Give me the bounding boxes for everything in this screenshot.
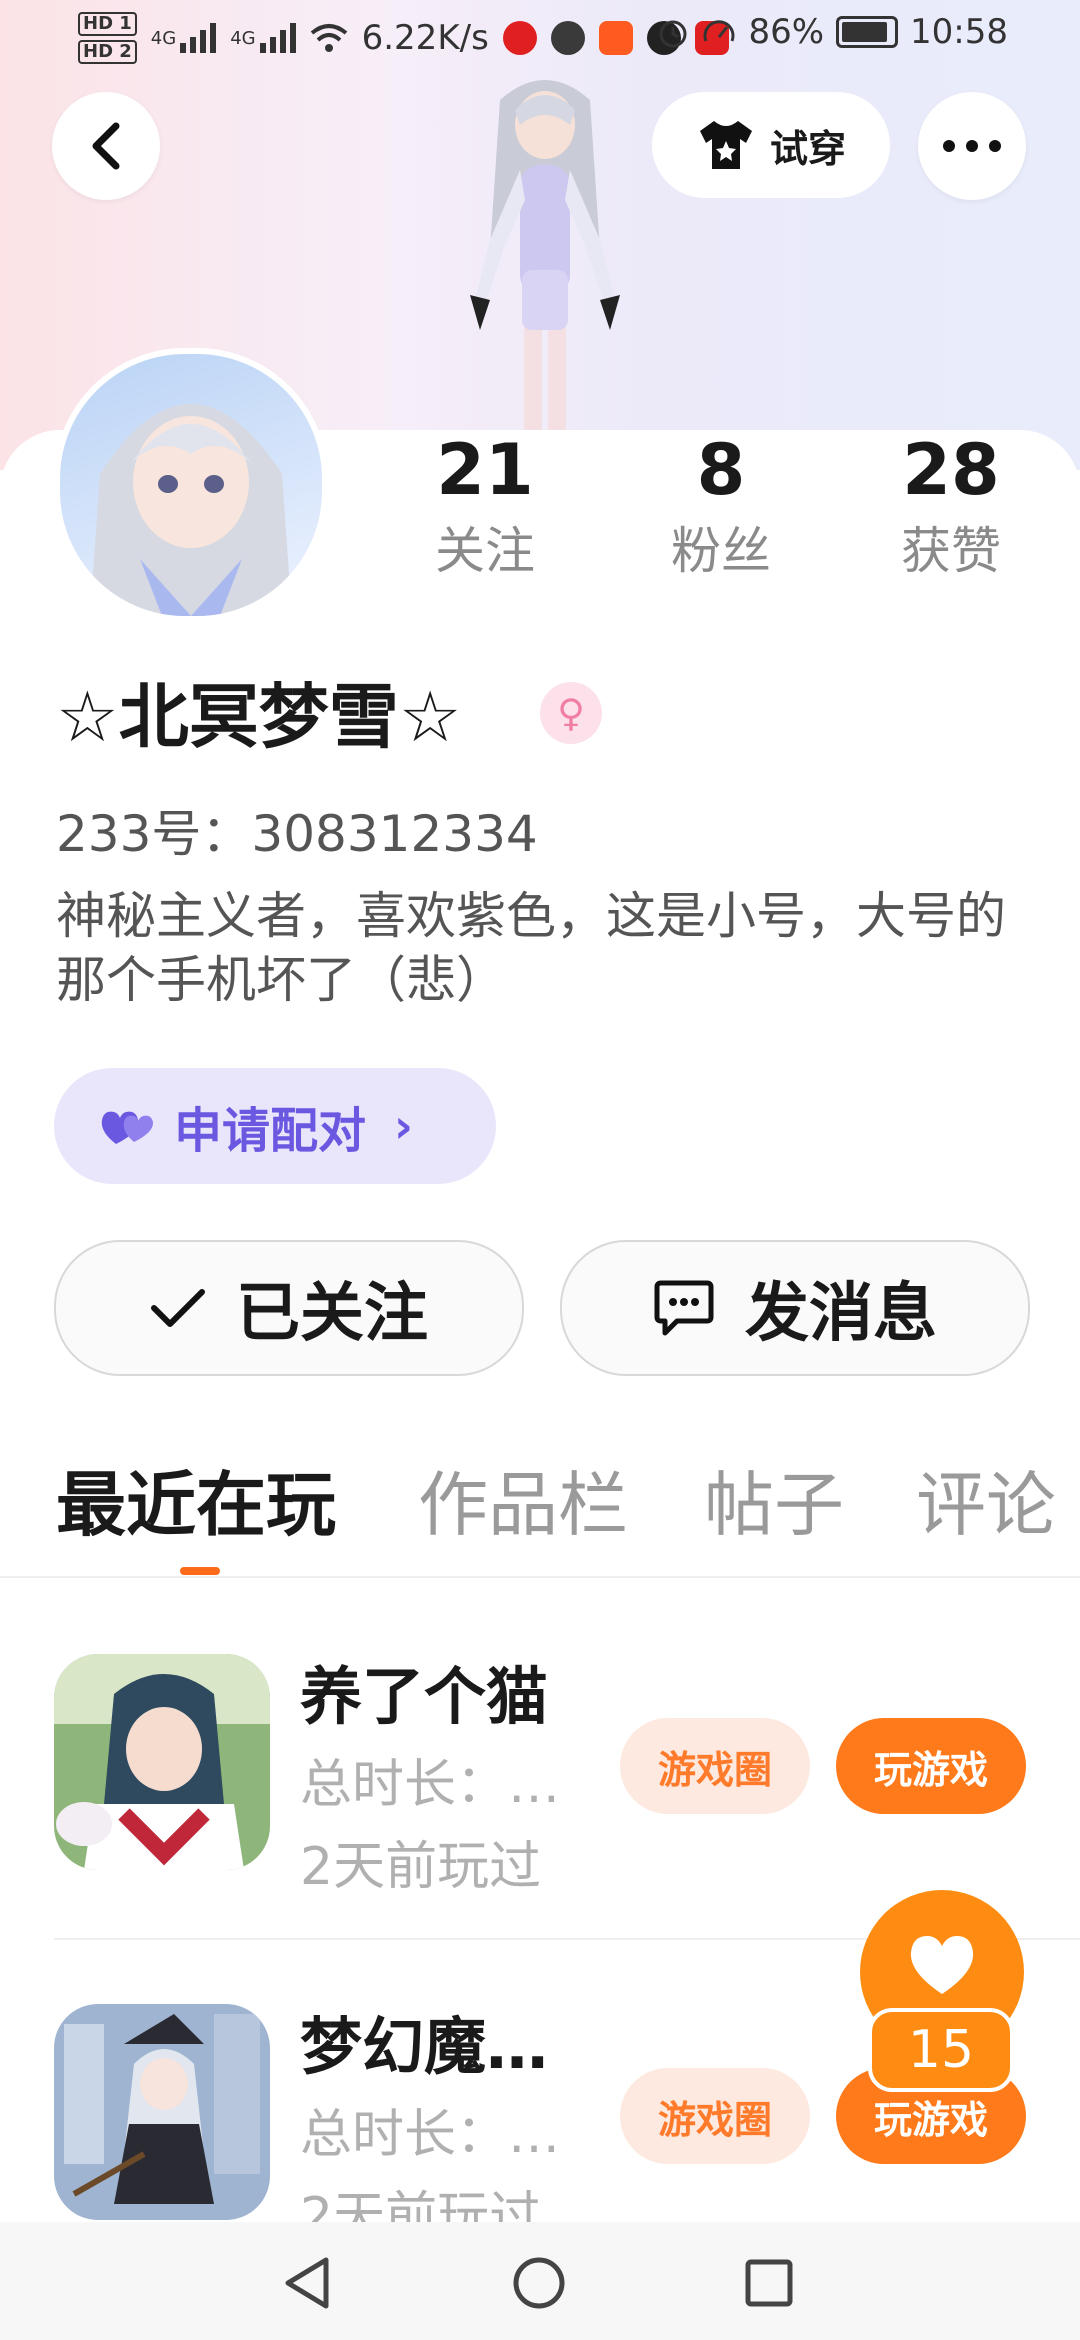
following-button[interactable]: 已关注	[54, 1240, 524, 1376]
play-game-button[interactable]: 玩游戏	[836, 1718, 1026, 1814]
user-id: 233号：308312334	[56, 805, 538, 863]
send-message-label: 发消息	[745, 1277, 937, 1351]
username: ☆北冥梦雪☆	[56, 676, 462, 758]
news-app-icon	[502, 21, 537, 55]
try-on-label: 试穿	[769, 126, 846, 171]
stat-label: 获赞	[901, 522, 1001, 580]
try-on-button[interactable]: 试穿	[652, 92, 890, 198]
tab-indicator	[180, 1567, 220, 1575]
list-item[interactable]: 养了个猫 总时长：… 2天前玩过 游戏圈 玩游戏	[0, 1642, 1080, 1902]
back-button[interactable]	[52, 92, 160, 200]
signal-icon	[180, 23, 217, 53]
hearts-icon	[101, 1111, 154, 1144]
game-last-played: 2天前玩过	[300, 1837, 542, 1897]
heart-icon	[910, 1936, 974, 1994]
tab-comments[interactable]: 评论	[916, 1460, 1056, 1550]
alarm-icon	[659, 20, 687, 48]
nav-recents-icon[interactable]	[744, 2258, 794, 2308]
sim2-badge: HD 2	[78, 40, 137, 64]
stat-value: 8	[696, 429, 746, 511]
system-nav-bar	[0, 2222, 1080, 2340]
bio: 神秘主义者，喜欢紫色，这是小号，大号的那个手机坏了（悲）	[56, 887, 1006, 1009]
game-cover-image[interactable]	[54, 1654, 270, 1870]
nav-back-icon[interactable]	[282, 2256, 332, 2310]
stat-likes[interactable]: 28 获赞	[856, 430, 1046, 586]
avatar-3d-figure	[470, 80, 620, 430]
sim1-badge: HD 1	[78, 12, 137, 36]
signal1-label: 4G	[150, 27, 177, 49]
tab-posts[interactable]: 帖子	[704, 1460, 844, 1550]
stat-label: 关注	[435, 522, 535, 580]
tab-divider	[0, 1576, 1080, 1578]
download-icon	[598, 21, 633, 55]
battery-icon	[836, 16, 899, 48]
pair-label: 申请配对	[174, 1103, 367, 1159]
game-duration: 总时长：…	[300, 1755, 561, 1815]
game-duration: 总时长：…	[300, 2105, 561, 2165]
wechat-icon	[550, 21, 585, 55]
game-circle-button[interactable]: 游戏圈	[620, 1718, 810, 1814]
send-message-button[interactable]: 发消息	[560, 1240, 1030, 1376]
chevron-right-icon: ›	[394, 1099, 413, 1153]
tab-recently-played[interactable]: 最近在玩	[56, 1460, 336, 1550]
game-cover-art	[54, 1654, 270, 1870]
stat-following[interactable]: 21 关注	[390, 430, 580, 586]
more-dots-icon	[943, 140, 1001, 152]
back-arrow-icon	[92, 122, 120, 170]
request-pair-button[interactable]: 申请配对 ›	[54, 1068, 496, 1184]
stat-value: 28	[902, 429, 1000, 511]
nav-home-icon[interactable]	[512, 2256, 566, 2310]
game-title: 梦幻魔…	[300, 2010, 549, 2083]
stat-value: 21	[436, 429, 534, 511]
status-bar: HD 1 HD 2 4G 4G 6.22K/s 86% 10:58	[0, 0, 1080, 72]
chat-bubble-icon	[654, 1280, 714, 1336]
game-cover-image[interactable]	[54, 2004, 270, 2220]
wifi-icon	[310, 24, 347, 52]
avatar[interactable]	[54, 348, 328, 622]
female-gender-icon: ♀	[540, 682, 602, 744]
clock: 10:58	[910, 12, 1008, 52]
game-circle-button[interactable]: 游戏圈	[620, 2068, 810, 2164]
tab-bar: 最近在玩 作品栏 帖子 评论	[0, 1460, 1080, 1576]
check-icon	[151, 1289, 205, 1327]
tshirt-icon	[699, 121, 752, 169]
network-speed: 6.22K/s	[361, 18, 489, 58]
following-label: 已关注	[236, 1277, 428, 1351]
game-cover-art	[54, 2004, 270, 2220]
stat-followers[interactable]: 8 粉丝	[626, 430, 816, 586]
tab-works[interactable]: 作品栏	[418, 1460, 628, 1550]
like-count-badge: 15	[868, 2008, 1014, 2092]
battery-percent: 86%	[748, 12, 825, 52]
game-title: 养了个猫	[300, 1660, 549, 1733]
more-button[interactable]	[918, 92, 1026, 200]
signal-icon	[259, 23, 296, 53]
signal2-label: 4G	[230, 27, 256, 49]
stat-label: 粉丝	[671, 522, 771, 580]
avatar-image	[90, 404, 292, 616]
speed-icon	[703, 20, 735, 42]
